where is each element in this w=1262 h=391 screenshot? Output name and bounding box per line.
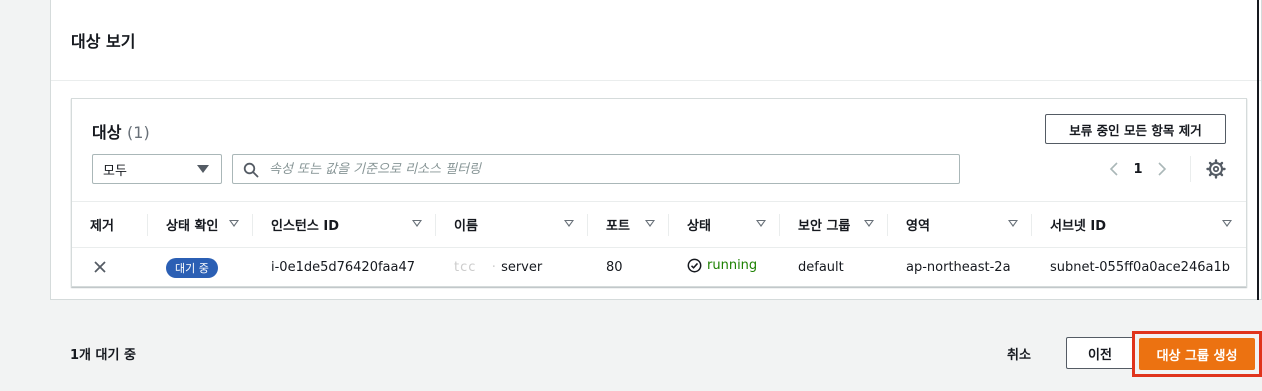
instance-id-cell: i-0e1de5d76420faa47 <box>271 260 416 276</box>
status-badge: 대기 중 <box>166 257 218 278</box>
sort-icon <box>645 220 655 227</box>
sort-icon <box>229 220 239 227</box>
card-title-text: 대상 <box>92 123 122 142</box>
chevron-right-icon <box>1158 162 1167 176</box>
redacted-name: tcc · <box>454 260 497 276</box>
column-header-remove: 제거 <box>72 201 148 248</box>
panel-title: 대상 보기 <box>71 32 136 51</box>
card-title: 대상 (1) <box>92 119 150 143</box>
check-circle-icon <box>687 258 702 273</box>
search-icon <box>243 162 259 178</box>
pager-divider <box>1190 156 1191 182</box>
panel-header: 대상 보기 <box>51 0 1261 81</box>
column-header-security-group[interactable]: 보안 그룹 <box>780 201 888 248</box>
targets-card: 대상 (1) 보류 중인 모든 항목 제거 모두 1 <box>71 98 1247 287</box>
review-targets-panel: 대상 보기 대상 (1) 보류 중인 모든 항목 제거 모두 1 <box>50 0 1262 300</box>
caret-down-icon <box>197 165 209 173</box>
table-row: 대기 중 i-0e1de5d76420faa47 tcc · server 80 <box>72 248 1246 288</box>
remove-target-button[interactable] <box>90 257 110 277</box>
health-cell: 대기 중 <box>148 248 253 288</box>
current-page[interactable]: 1 <box>1126 162 1150 177</box>
state-text: running <box>707 258 758 274</box>
column-header-health[interactable]: 상태 확인 <box>148 201 253 248</box>
port-cell: 80 <box>606 260 623 276</box>
targets-table: 제거 상태 확인 인스턴스 ID 이름 포트 상태 보안 그룹 영역 서브넷 I… <box>72 201 1246 288</box>
next-page-button[interactable] <box>1150 157 1174 181</box>
target-count: (1) <box>127 123 150 142</box>
remove-cell <box>72 248 148 288</box>
chevron-left-icon <box>1109 162 1118 176</box>
state-cell: running <box>669 248 780 288</box>
sort-icon <box>756 220 766 227</box>
name-suffix: server <box>501 260 543 276</box>
column-header-instance-id[interactable]: 인스턴스 ID <box>253 201 436 248</box>
subnet-cell: subnet-055ff0a0ace246a1b <box>1050 260 1230 276</box>
column-header-zone[interactable]: 영역 <box>888 201 1032 248</box>
filter-selected-value: 모두 <box>103 163 127 179</box>
column-header-name[interactable]: 이름 <box>436 201 588 248</box>
pagination: 1 <box>1102 157 1174 181</box>
create-target-group-button[interactable]: 대상 그룹 생성 <box>1139 338 1255 370</box>
create-button-highlight: 대상 그룹 생성 <box>1132 331 1262 377</box>
sort-icon <box>864 220 874 227</box>
sort-icon <box>564 220 574 227</box>
pending-count-text: 1개 대기 중 <box>70 348 136 363</box>
remove-all-pending-button[interactable]: 보류 중인 모든 항목 제거 <box>1045 114 1226 144</box>
panel-edge <box>1257 0 1259 300</box>
sort-icon <box>412 220 422 227</box>
running-status: running <box>687 258 757 273</box>
zone-cell: ap-northeast-2a <box>906 260 1011 276</box>
search-box <box>232 154 960 184</box>
name-cell: tcc · server <box>436 248 588 288</box>
column-header-subnet-id[interactable]: 서브넷 ID <box>1032 201 1246 248</box>
column-header-port[interactable]: 포트 <box>588 201 669 248</box>
security-group-cell: default <box>798 260 844 276</box>
sort-icon <box>1008 220 1018 227</box>
close-icon <box>94 261 106 273</box>
previous-button[interactable]: 이전 <box>1066 337 1134 369</box>
table-header-row: 제거 상태 확인 인스턴스 ID 이름 포트 상태 보안 그룹 영역 서브넷 I… <box>72 201 1246 248</box>
gear-icon[interactable] <box>1206 159 1226 179</box>
filter-select[interactable]: 모두 <box>92 154 222 184</box>
search-input[interactable] <box>267 160 959 178</box>
column-header-state[interactable]: 상태 <box>669 201 780 248</box>
cancel-button[interactable]: 취소 <box>1007 344 1031 363</box>
previous-page-button[interactable] <box>1102 157 1126 181</box>
sort-icon <box>1222 220 1232 227</box>
